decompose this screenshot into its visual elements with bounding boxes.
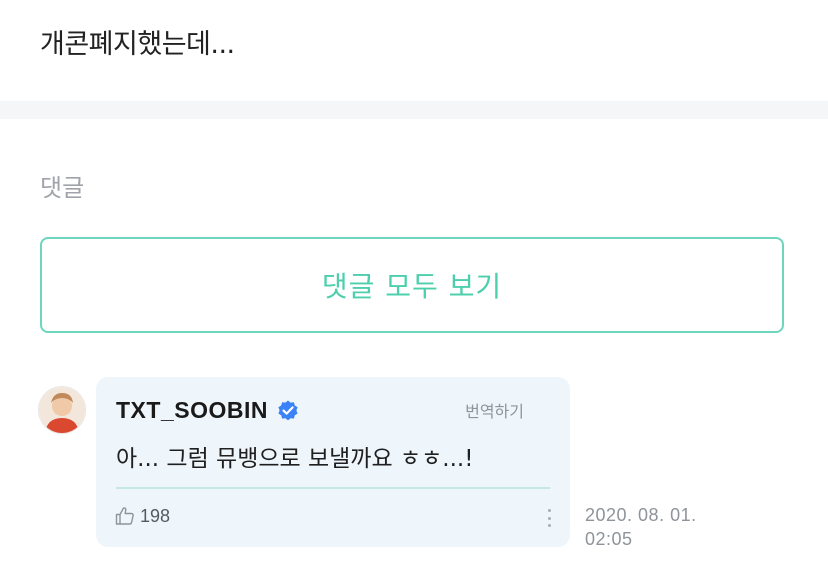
- translate-button[interactable]: 번역하기: [465, 398, 524, 422]
- more-vertical-icon[interactable]: [546, 509, 552, 527]
- avatar-image: [39, 387, 85, 433]
- comments-section-label: 댓글: [40, 174, 85, 202]
- like-button[interactable]: 198: [114, 505, 170, 527]
- comment-timestamp: 2020. 08. 01. 02:05: [585, 503, 735, 551]
- thumbs-up-icon: [114, 505, 136, 527]
- comment-author-name[interactable]: TXT_SOOBIN: [116, 397, 268, 424]
- verified-badge-icon: [276, 399, 300, 423]
- view-all-comments-button[interactable]: 댓글 모두 보기: [40, 237, 784, 333]
- post-text: 개콘폐지했는데...: [40, 29, 235, 60]
- comment-divider: [116, 487, 550, 489]
- comment-text: 아... 그럼 뮤뱅으로 보낼까요 ㅎㅎ...!: [116, 446, 474, 472]
- comment-time: 02:05: [585, 529, 633, 549]
- comment-date: 2020. 08. 01.: [585, 505, 697, 525]
- comment-card: TXT_SOOBIN 번역하기 아... 그럼 뮤뱅으로 보낼까요 ㅎㅎ...!…: [96, 377, 570, 547]
- section-divider: [0, 101, 828, 119]
- like-count: 198: [140, 505, 171, 526]
- avatar[interactable]: [38, 386, 86, 434]
- comment-author-row: TXT_SOOBIN: [116, 397, 300, 424]
